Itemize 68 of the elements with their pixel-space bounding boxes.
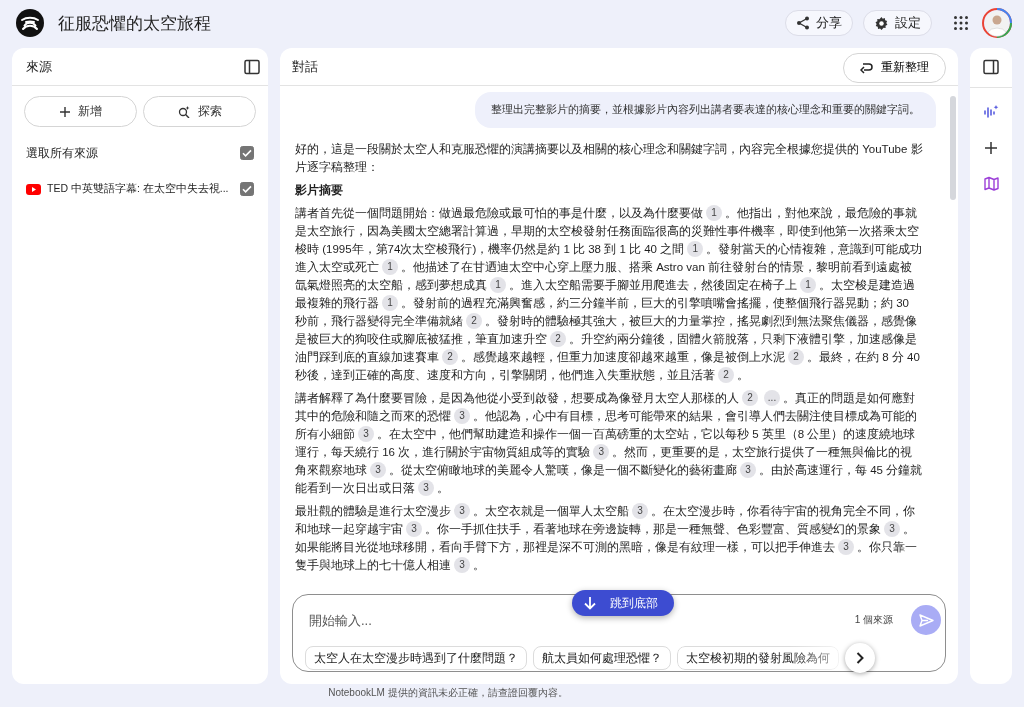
panel-toggle-icon[interactable] <box>244 58 260 75</box>
user-message: 整理出完整影片的摘要，並根據影片內容列出講者要表達的核心理念和重要的關鍵字詞。 <box>475 92 936 128</box>
response-paragraph: 講者首先從一個問題開始：做過最危險或最可怕的事是什麼，以及為什麼要做 1 。他指出，對他來說，最危險的事就是太空旅行，因為美國太空總署計算過，早期的太空梭發射任務面臨很高的災難性事件機率，即使到他第一次搭乘太空梭時 (1995年，第74次太空梭飛行)，機率仍然是約 1 比 38 到 1 比 40 之間 1 。發射當天的心情複雜，意識到可能成功進入太空或死亡 1 。他描述了在甘迺迪太空中心穿上壓力服、搭乘 Astro van 前往發射台的情景，黎明前看到遠處被氙氣燈照亮的太空船，感到夢想成真 1 。進入太空船需要手腳並用爬進去，然後固定在椅子上 1 。太空梭是建造過最複雜的飛行器 1 。發射前的過程充滿興奮感，約三分鐘半前，巨大的引擎噴嘴會搖擺，使整個飛行器晃動；約 30 秒前，飛行器變得完全準備就緒 2 。發射時的體驗極其強大，被巨大的力量掌控，搖晃劇烈到無法聚焦儀器，感覺像是被巨大的狗咬住或腳底被猛推，筆直加速升空 2 。升空約兩分鐘後，固體火箭脫落，只剩下液體引擎，加速感像是油門踩到底的直線加速賽車 2 。感覺越來越輕，但重力加速度卻越來越重，像是被倒上水泥 2 。最終，在約 8 分 40 秒後，達到正確的高度、速度和方向，引擎關閉，他們進入失重狀態，並且活著 2 。 <box>295 204 923 384</box>
section-heading: 影片摘要 <box>295 183 344 198</box>
avatar[interactable] <box>982 8 1012 38</box>
citation-button[interactable]: 3 <box>418 480 434 496</box>
source-count: 1 個來源 <box>854 613 893 627</box>
jump-to-bottom-button[interactable]: 跳到底部 <box>572 590 674 616</box>
explore-button[interactable]: 探索 <box>143 96 256 127</box>
citation-button[interactable]: 2 <box>788 349 804 365</box>
citation-button[interactable]: 2 <box>718 367 734 383</box>
share-button[interactable]: 分享 <box>785 10 853 36</box>
arrow-down-icon <box>584 596 596 610</box>
checkbox[interactable] <box>240 182 254 196</box>
citation-button[interactable]: 1 <box>382 295 398 311</box>
refresh-button[interactable]: 重新整理 <box>843 52 946 83</box>
send-icon <box>918 613 934 627</box>
next-button[interactable] <box>845 643 875 673</box>
plus-icon <box>59 106 70 117</box>
suggestion-chip[interactable]: 太空梭初期的發射風險為何 <box>677 646 839 670</box>
citation-button[interactable]: 1 <box>382 259 398 275</box>
citation-button[interactable]: 2 <box>442 349 458 365</box>
scrollbar[interactable] <box>950 96 956 200</box>
source-item[interactable]: TED 中英雙語字幕: 在太空中失去視... <box>47 182 229 196</box>
suggestion-chip[interactable]: 太空人在太空漫步時遇到了什麼問題？ <box>305 646 527 670</box>
share-icon <box>796 16 810 30</box>
citation-button[interactable]: 3 <box>358 426 374 442</box>
response-paragraph: 講者解釋了為什麼要冒險，是因為他從小受到啟發，想要成為像登月太空人那樣的人 2 ... 。真正的問題是如何應對其中的危險和隨之而來的恐懼 3 。他認為，心中有目標，思考可能帶來的結果，會引導人們去關注使目標成為可能的所有小細節 3 。在太空中，他們幫助建造和操作一個一百萬磅重的太空站，它以每秒 5 英里（8 公里）的速度繞地球運行，每天繞行 16 次，進行關於宇宙物質組成等的實驗 3 。然而，更重要的是，太空旅行提供了一種無與倫比的視角來觀察地球 3 。從太空俯瞰地球的美麗令人驚嘆，像是一個不斷變化的藝術畫廊 3 。由於高速運行，每 45 分鐘就能看到一次日出或日落 3 。 <box>295 389 923 497</box>
citation-button[interactable]: 1 <box>800 277 816 293</box>
citation-button[interactable]: 3 <box>632 503 648 519</box>
response-paragraph: 最壯觀的體驗是進行太空漫步 3 。太空衣就是一個單人太空船 3 。在太空漫步時，你看待宇宙的視角完全不同，你和地球一起穿越宇宙 3 。你一手抓住扶手，看著地球在旁邊旋轉，那是一種無聲、色彩豐富、質感變幻的景象 3 。如果能將目光從地球移開，看向手臂下方，那裡是深不可測的黑暗，像是有紋理一樣，可以把手伸進去 3 。你只靠一隻手與地球上的七十億人相連 3 。 <box>295 502 918 574</box>
disclaimer-text: NotebookLM 提供的資訊未必正確，請查證回覆內容。 <box>328 687 568 698</box>
citation-button[interactable]: 2 <box>742 390 758 406</box>
panel-title: 對話 <box>292 57 318 76</box>
citation-button[interactable]: 3 <box>454 408 470 424</box>
citation-button[interactable]: 3 <box>454 503 470 519</box>
settings-button[interactable]: 設定 <box>863 10 932 36</box>
chevron-right-icon <box>856 652 864 664</box>
apps-grid-icon[interactable] <box>954 16 968 30</box>
checkbox[interactable] <box>240 146 254 160</box>
citation-button[interactable]: 2 <box>550 331 566 347</box>
settings-icon <box>874 15 889 31</box>
citation-button[interactable]: 3 <box>454 557 470 573</box>
refresh-icon <box>860 61 873 74</box>
notebook-title: 征服恐懼的太空旅程 <box>58 12 212 35</box>
citation-button[interactable]: 3 <box>884 521 900 537</box>
map-icon[interactable] <box>983 176 999 191</box>
citation-button[interactable]: 3 <box>370 462 386 478</box>
response-paragraph: 好的，這是一段關於太空人和克服恐懼的演講摘要以及相關的核心理念和關鍵字詞，內容完全根據您提供的 YouTube 影片逐字稿整理： <box>295 142 923 175</box>
panel-toggle-icon[interactable] <box>983 59 999 75</box>
panel-title: 來源 <box>26 57 52 76</box>
citation-button[interactable]: 1 <box>706 205 722 221</box>
suggestion-chip[interactable]: 航太員如何處理恐懼？ <box>533 646 671 670</box>
plus-icon[interactable] <box>985 142 997 154</box>
add-source-button[interactable]: 新增 <box>24 96 137 127</box>
video-play-icon <box>26 183 41 195</box>
citation-button[interactable]: 3 <box>838 539 854 555</box>
select-all-label: 選取所有來源 <box>26 144 98 162</box>
search-sparkle-icon <box>177 105 190 118</box>
citation-button[interactable]: 3 <box>740 462 756 478</box>
audio-sparkle-icon[interactable] <box>983 104 999 120</box>
logo-icon <box>16 9 44 37</box>
citation-button[interactable]: 1 <box>490 277 506 293</box>
citation-button[interactable]: 3 <box>406 521 422 537</box>
citation-button[interactable]: 1 <box>687 241 704 257</box>
citation-button[interactable]: ... <box>764 390 780 406</box>
citation-button[interactable]: 2 <box>466 313 482 329</box>
citation-button[interactable]: 3 <box>593 444 610 460</box>
